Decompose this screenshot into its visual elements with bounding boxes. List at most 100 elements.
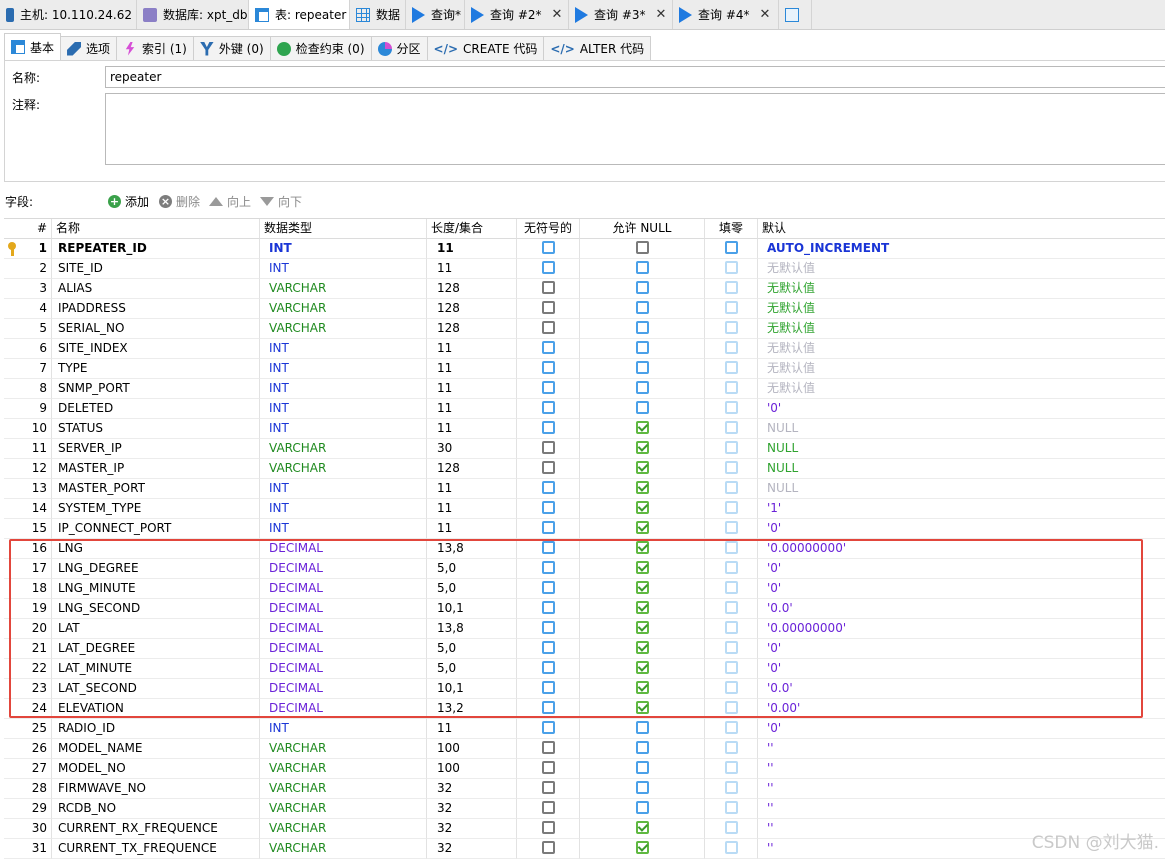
zerofill-unchecked-light-checkbox[interactable] [724, 541, 738, 554]
field-length-cell[interactable]: 32 [427, 799, 517, 819]
allow-null-unchecked-disabled-checkbox[interactable] [635, 241, 649, 254]
field-name-cell[interactable]: MASTER_IP [52, 459, 260, 479]
unsigned-unchecked-checkbox[interactable] [541, 561, 555, 574]
allow-null-unchecked-checkbox[interactable] [635, 341, 649, 354]
field-length-cell[interactable]: 32 [427, 839, 517, 859]
unsigned-unchecked-disabled-checkbox[interactable] [541, 821, 555, 834]
unsigned-unchecked-checkbox[interactable] [541, 261, 555, 274]
allow-null-checked-checkbox[interactable] [635, 841, 649, 854]
table-row[interactable]: 1 REPEATER_ID INT 11 AUTO_INCREMENT [4, 239, 1165, 259]
table-row[interactable]: 9 DELETED INT 11 '0' [4, 399, 1165, 419]
field-default-cell[interactable]: '0.00' [758, 699, 1165, 719]
field-default-cell[interactable]: NULL [758, 419, 1165, 439]
field-length-cell[interactable]: 128 [427, 299, 517, 319]
field-default-cell[interactable]: 无默认值 [758, 279, 1165, 299]
zerofill-unchecked-light-checkbox[interactable] [724, 481, 738, 494]
field-default-cell[interactable]: '1' [758, 499, 1165, 519]
field-length-cell[interactable]: 5,0 [427, 639, 517, 659]
column-header-allow-null[interactable]: 允许 NULL [580, 219, 705, 239]
allow-null-checked-checkbox[interactable] [635, 661, 649, 674]
field-name-cell[interactable]: MODEL_NAME [52, 739, 260, 759]
field-length-cell[interactable]: 11 [427, 499, 517, 519]
zerofill-unchecked-light-checkbox[interactable] [724, 621, 738, 634]
field-default-cell[interactable]: '0' [758, 579, 1165, 599]
field-type-cell[interactable]: DECIMAL [260, 639, 427, 659]
field-type-cell[interactable]: INT [260, 399, 427, 419]
close-icon[interactable]: ✕ [656, 7, 667, 22]
unsigned-unchecked-disabled-checkbox[interactable] [541, 461, 555, 474]
allow-null-unchecked-checkbox[interactable] [635, 741, 649, 754]
field-name-cell[interactable]: LAT_DEGREE [52, 639, 260, 659]
allow-null-unchecked-checkbox[interactable] [635, 401, 649, 414]
column-header-unsigned[interactable]: 无符号的 [517, 219, 580, 239]
field-name-cell[interactable]: MODEL_NO [52, 759, 260, 779]
field-name-cell[interactable]: SYSTEM_TYPE [52, 499, 260, 519]
field-length-cell[interactable]: 11 [427, 359, 517, 379]
field-default-cell[interactable]: '' [758, 799, 1165, 819]
table-row[interactable]: 11 SERVER_IP VARCHAR 30 NULL [4, 439, 1165, 459]
field-name-cell[interactable]: SERIAL_NO [52, 319, 260, 339]
field-default-cell[interactable]: '0' [758, 519, 1165, 539]
field-default-cell[interactable]: 无默认值 [758, 259, 1165, 279]
field-name-cell[interactable]: LNG_MINUTE [52, 579, 260, 599]
allow-null-checked-checkbox[interactable] [635, 461, 649, 474]
field-default-cell[interactable]: '0' [758, 559, 1165, 579]
zerofill-unchecked-light-checkbox[interactable] [724, 461, 738, 474]
field-length-cell[interactable]: 32 [427, 779, 517, 799]
unsigned-unchecked-checkbox[interactable] [541, 521, 555, 534]
field-name-cell[interactable]: LAT_SECOND [52, 679, 260, 699]
field-name-cell[interactable]: STATUS [52, 419, 260, 439]
field-default-cell[interactable]: '' [758, 739, 1165, 759]
table-row[interactable]: 18 LNG_MINUTE DECIMAL 5,0 '0' [4, 579, 1165, 599]
field-name-cell[interactable]: CURRENT_TX_FREQUENCE [52, 839, 260, 859]
field-type-cell[interactable]: INT [260, 719, 427, 739]
subtab-6[interactable]: 分区 [370, 36, 428, 60]
field-type-cell[interactable]: INT [260, 519, 427, 539]
allow-null-checked-checkbox[interactable] [635, 481, 649, 494]
zerofill-unchecked-light-checkbox[interactable] [724, 381, 738, 394]
field-length-cell[interactable]: 128 [427, 459, 517, 479]
field-length-cell[interactable]: 128 [427, 319, 517, 339]
allow-null-checked-checkbox[interactable] [635, 541, 649, 554]
table-name-input[interactable]: repeater [105, 66, 1165, 88]
field-type-cell[interactable]: DECIMAL [260, 599, 427, 619]
zerofill-unchecked-light-checkbox[interactable] [724, 341, 738, 354]
field-default-cell[interactable]: '0' [758, 639, 1165, 659]
field-type-cell[interactable]: VARCHAR [260, 839, 427, 859]
table-row[interactable]: 14 SYSTEM_TYPE INT 11 '1' [4, 499, 1165, 519]
field-name-cell[interactable]: LNG_SECOND [52, 599, 260, 619]
zerofill-unchecked-light-checkbox[interactable] [724, 661, 738, 674]
field-type-cell[interactable]: VARCHAR [260, 779, 427, 799]
table-row[interactable]: 2 SITE_ID INT 11 无默认值 [4, 259, 1165, 279]
field-default-cell[interactable]: 无默认值 [758, 379, 1165, 399]
unsigned-unchecked-checkbox[interactable] [541, 601, 555, 614]
field-default-cell[interactable]: '0.00000000' [758, 619, 1165, 639]
field-type-cell[interactable]: VARCHAR [260, 279, 427, 299]
zerofill-unchecked-light-checkbox[interactable] [724, 581, 738, 594]
field-name-cell[interactable]: IP_CONNECT_PORT [52, 519, 260, 539]
subtab-1[interactable]: 基本 [4, 33, 62, 60]
field-name-cell[interactable]: LNG [52, 539, 260, 559]
allow-null-checked-checkbox[interactable] [635, 501, 649, 514]
field-type-cell[interactable]: DECIMAL [260, 579, 427, 599]
zerofill-unchecked-light-checkbox[interactable] [724, 301, 738, 314]
table-row[interactable]: 16 LNG DECIMAL 13,8 '0.00000000' [4, 539, 1165, 559]
unsigned-unchecked-checkbox[interactable] [541, 641, 555, 654]
field-length-cell[interactable]: 10,1 [427, 679, 517, 699]
allow-null-unchecked-checkbox[interactable] [635, 781, 649, 794]
field-type-cell[interactable]: INT [260, 479, 427, 499]
allow-null-unchecked-checkbox[interactable] [635, 301, 649, 314]
field-type-cell[interactable]: INT [260, 379, 427, 399]
subtab-4[interactable]: 外键 (0) [192, 36, 271, 60]
column-header-zerofill[interactable]: 填零 [705, 219, 758, 239]
table-row[interactable]: 25 RADIO_ID INT 11 '0' [4, 719, 1165, 739]
field-length-cell[interactable]: 11 [427, 399, 517, 419]
unsigned-unchecked-checkbox[interactable] [541, 401, 555, 414]
field-default-cell[interactable]: 无默认值 [758, 319, 1165, 339]
zerofill-unchecked-light-checkbox[interactable] [724, 781, 738, 794]
unsigned-unchecked-disabled-checkbox[interactable] [541, 781, 555, 794]
zerofill-unchecked-light-checkbox[interactable] [724, 701, 738, 714]
field-name-cell[interactable]: MASTER_PORT [52, 479, 260, 499]
field-default-cell[interactable]: '0.00000000' [758, 539, 1165, 559]
table-row[interactable]: 8 SNMP_PORT INT 11 无默认值 [4, 379, 1165, 399]
